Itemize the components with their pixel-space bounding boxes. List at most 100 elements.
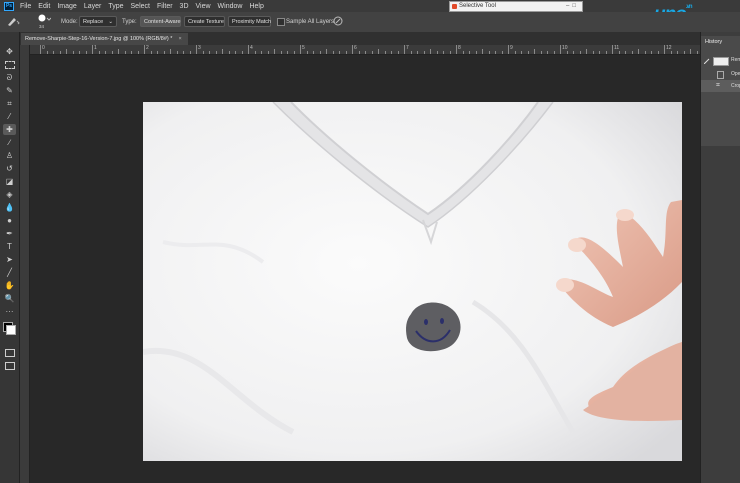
marquee-tool-icon[interactable] <box>3 59 16 70</box>
ruler-minor-tick <box>163 51 165 54</box>
quick-selection-tool-icon[interactable]: ✎ <box>3 85 16 96</box>
history-item-crop[interactable]: ⌗ Crop <box>701 80 740 92</box>
eyedropper-tool-icon[interactable]: ⁄ <box>3 111 16 122</box>
sample-all-layers-label: Sample All Layers <box>286 19 335 25</box>
menu-window[interactable]: Window <box>218 3 243 10</box>
content-aware-button[interactable]: Content-Aware <box>140 16 181 27</box>
ruler-minor-tick <box>72 51 74 54</box>
ruler-minor-tick <box>631 51 633 54</box>
menu-help[interactable]: Help <box>249 3 263 10</box>
move-tool-icon[interactable]: ✥ <box>3 46 16 57</box>
eraser-tool-icon[interactable]: ◪ <box>3 176 16 187</box>
menu-filter[interactable]: Filter <box>157 3 173 10</box>
ruler-minor-tick <box>261 51 262 54</box>
ruler-minor-tick <box>332 51 334 54</box>
options-bar: 34 Mode: Replace ⌄ Type: Content-Aware Cr… <box>0 12 740 33</box>
spot-healing-tool-icon[interactable]: ✚ <box>3 124 16 135</box>
ruler-minor-tick <box>274 49 275 54</box>
photoshop-logo: Ps <box>4 1 14 11</box>
close-icon[interactable]: × <box>178 36 181 42</box>
ruler-minor-tick <box>553 51 555 54</box>
ruler-label: 8 <box>458 45 461 51</box>
clone-stamp-tool-icon[interactable]: ♙ <box>3 150 16 161</box>
history-brush-tool-icon[interactable]: ↺ <box>3 163 16 174</box>
ruler-minor-tick <box>241 51 243 54</box>
ruler-minor-tick <box>677 51 678 54</box>
ruler-minor-tick <box>670 51 672 54</box>
ruler-minor-tick <box>651 51 652 54</box>
pen-tool-icon[interactable]: ✒ <box>3 228 16 239</box>
ruler-minor-tick <box>514 51 516 54</box>
path-selection-tool-icon[interactable]: ➤ <box>3 254 16 265</box>
zoom-tool-icon[interactable]: 🔍 <box>3 293 16 304</box>
create-texture-button[interactable]: Create Texture <box>184 16 225 27</box>
selective-tool-window[interactable]: Selective Tool ‒□ <box>449 1 583 12</box>
ruler-minor-tick <box>280 51 282 54</box>
sample-all-layers-checkbox[interactable] <box>277 18 285 26</box>
paint-bucket-tool-icon[interactable]: ◈ <box>3 189 16 200</box>
ruler-minor-tick <box>547 51 548 54</box>
ruler-major-tick <box>144 45 145 54</box>
history-snapshot[interactable]: Rem <box>701 54 740 66</box>
ruler-minor-tick <box>644 51 646 54</box>
history-item-open[interactable]: Open <box>701 68 740 80</box>
ruler-minor-tick <box>378 49 379 54</box>
screen-mode-icon[interactable] <box>3 360 16 371</box>
ruler-minor-tick <box>118 49 119 54</box>
ruler-minor-tick <box>397 51 399 54</box>
blur-tool-icon[interactable]: 💧 <box>3 202 16 213</box>
menu-type[interactable]: Type <box>108 3 123 10</box>
ruler-label: 5 <box>302 45 305 51</box>
ruler-minor-tick <box>215 51 217 54</box>
ruler-label: 2 <box>146 45 149 51</box>
menu-select[interactable]: Select <box>131 3 150 10</box>
brush-tool-icon[interactable]: ∕ <box>3 137 16 148</box>
ruler-minor-tick <box>573 51 574 54</box>
dodge-tool-icon[interactable]: ● <box>3 215 16 226</box>
ruler-label: 6 <box>354 45 357 51</box>
window-controls[interactable]: ‒□ <box>566 2 579 11</box>
brush-preset-picker[interactable] <box>37 14 52 24</box>
ruler-major-tick <box>92 45 93 54</box>
ruler-minor-tick <box>625 51 626 54</box>
healing-brush-tool-icon[interactable] <box>5 15 21 26</box>
ruler-minor-tick <box>313 51 314 54</box>
pressure-size-icon[interactable] <box>333 15 343 26</box>
ruler-major-tick <box>508 45 509 54</box>
menu-edit[interactable]: Edit <box>38 3 50 10</box>
ruler-minor-tick <box>657 51 659 54</box>
ruler-minor-tick <box>267 51 269 54</box>
vertical-ruler <box>20 45 30 483</box>
hand-tool-icon[interactable]: ✋ <box>3 280 16 291</box>
menu-3d[interactable]: 3D <box>180 3 189 10</box>
crop-tool-icon[interactable]: ⌗ <box>3 98 16 109</box>
background-color-swatch[interactable] <box>6 325 16 335</box>
ruler-minor-tick <box>579 51 581 54</box>
ruler-major-tick <box>456 45 457 54</box>
ruler-minor-tick <box>449 51 451 54</box>
ruler-minor-tick <box>222 49 223 54</box>
ruler-minor-tick <box>183 51 184 54</box>
ruler-minor-tick <box>423 51 425 54</box>
line-tool-icon[interactable]: ╱ <box>3 267 16 278</box>
type-tool-icon[interactable]: T <box>3 241 16 252</box>
mode-select[interactable]: Replace ⌄ <box>79 16 117 27</box>
ruler-minor-tick <box>475 51 477 54</box>
ruler-minor-tick <box>287 51 288 54</box>
menu-view[interactable]: View <box>196 3 211 10</box>
lasso-tool-icon[interactable]: ᘐ <box>3 72 16 83</box>
ruler-minor-tick <box>66 49 67 54</box>
document-image[interactable] <box>143 102 682 461</box>
ruler-minor-tick <box>254 51 256 54</box>
document-tab[interactable]: Remove-Sharpie-Step-16-Version-7.jpg @ 1… <box>21 33 188 45</box>
menu-file[interactable]: File <box>20 3 31 10</box>
menu-layer[interactable]: Layer <box>84 3 102 10</box>
proximity-match-button[interactable]: Proximity Match <box>228 16 271 27</box>
quick-mask-icon[interactable] <box>3 347 16 358</box>
ruler-label: 0 <box>42 45 45 51</box>
ruler-minor-tick <box>157 51 158 54</box>
ruler-minor-tick <box>202 51 204 54</box>
more-tools-icon[interactable]: ··· <box>3 306 16 317</box>
menu-image[interactable]: Image <box>57 3 76 10</box>
ruler-minor-tick <box>365 51 366 54</box>
